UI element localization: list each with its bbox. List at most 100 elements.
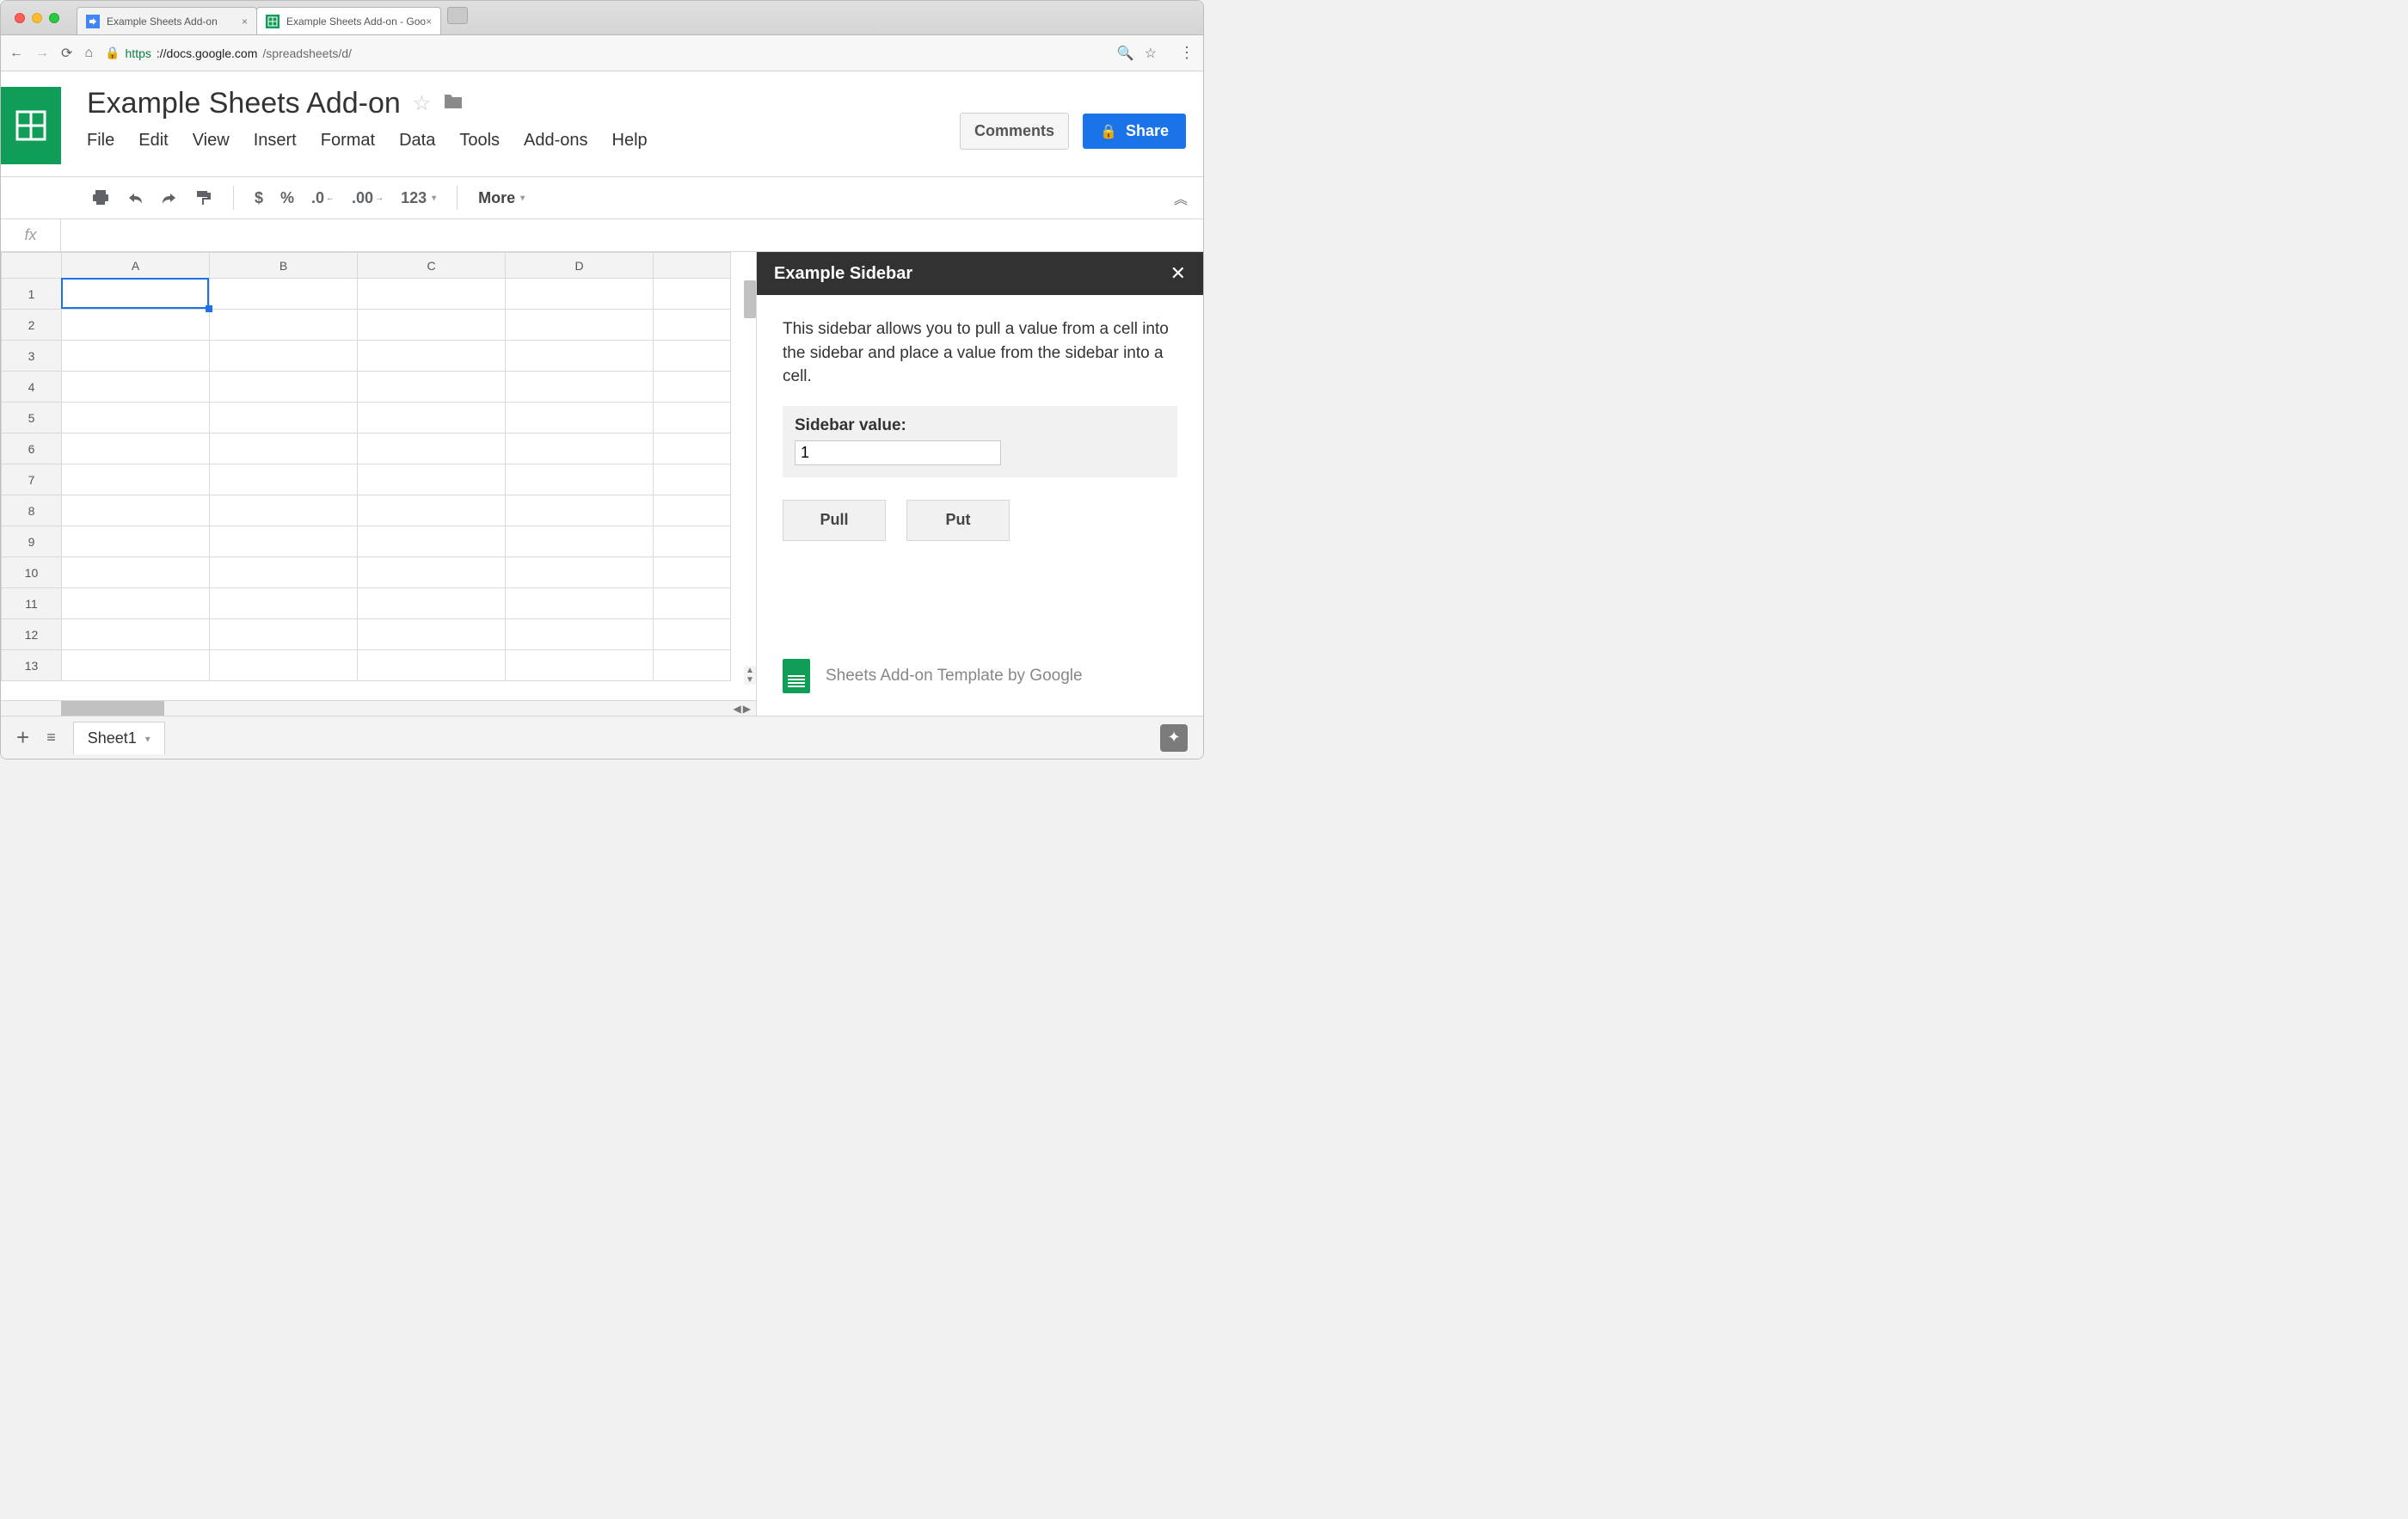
cell[interactable] [506,341,654,372]
row-header[interactable]: 12 [2,619,62,650]
row-header[interactable]: 4 [2,372,62,403]
select-all-corner[interactable] [2,253,62,279]
close-tab-icon[interactable]: × [242,15,248,28]
cell[interactable] [506,464,654,495]
cell[interactable] [358,557,506,588]
cell[interactable] [62,279,210,310]
col-header-a[interactable]: A [62,253,210,279]
cell[interactable] [654,310,731,341]
selection-handle[interactable] [206,305,212,312]
cell[interactable] [654,495,731,526]
cell[interactable] [506,279,654,310]
cell[interactable] [358,434,506,464]
bookmark-star-icon[interactable]: ☆ [1145,45,1157,62]
row-header[interactable]: 1 [2,279,62,310]
row-header[interactable]: 6 [2,434,62,464]
cell[interactable] [506,588,654,619]
paint-format-icon[interactable] [190,186,218,210]
currency-button[interactable]: $ [249,186,268,211]
minimize-window-icon[interactable] [32,13,42,23]
nav-reload-icon[interactable]: ⟳ [61,45,72,62]
star-icon[interactable]: ☆ [413,91,432,116]
cell[interactable] [358,619,506,650]
row-header[interactable]: 7 [2,464,62,495]
cell[interactable] [62,557,210,588]
share-button[interactable]: 🔒 Share [1083,114,1186,149]
cell[interactable] [358,495,506,526]
cell[interactable] [358,588,506,619]
row-header[interactable]: 10 [2,557,62,588]
cell[interactable] [62,403,210,434]
cell[interactable] [62,310,210,341]
cell[interactable] [506,650,654,681]
toolbar-more-button[interactable]: More▾ [473,186,530,211]
cell[interactable] [210,557,358,588]
row-header[interactable]: 8 [2,495,62,526]
cell[interactable] [62,372,210,403]
cell[interactable] [210,495,358,526]
doc-title[interactable]: Example Sheets Add-on [87,87,401,120]
cell[interactable] [210,464,358,495]
formula-input[interactable] [61,219,1203,251]
spreadsheet-grid[interactable]: A B C D 12345678910111213 [1,252,756,700]
close-tab-icon[interactable]: × [426,15,432,28]
menu-format[interactable]: Format [321,131,375,151]
col-header-e[interactable] [654,253,731,279]
cell[interactable] [210,526,358,557]
cell[interactable] [654,403,731,434]
cell[interactable] [358,650,506,681]
sidebar-value-input[interactable] [795,440,1001,465]
cell[interactable] [62,619,210,650]
cell[interactable] [358,279,506,310]
vscroll-arrows[interactable]: ▲▼ [744,666,756,685]
close-sidebar-icon[interactable]: ✕ [1170,262,1186,285]
menu-file[interactable]: File [87,131,114,151]
cell[interactable] [506,495,654,526]
nav-back-icon[interactable]: ← [9,46,23,61]
decrease-decimal-button[interactable]: .0← [306,186,340,211]
undo-icon[interactable] [121,188,149,208]
cell[interactable] [654,588,731,619]
browser-menu-icon[interactable]: ⋮ [1179,44,1195,62]
sheet-tab-1[interactable]: Sheet1 ▾ [73,722,165,754]
cell[interactable] [62,495,210,526]
cell[interactable] [62,650,210,681]
cell[interactable] [210,434,358,464]
row-header[interactable]: 3 [2,341,62,372]
all-sheets-icon[interactable]: ≡ [46,729,56,747]
cell[interactable] [506,372,654,403]
cell[interactable] [506,434,654,464]
cell[interactable] [210,588,358,619]
address-field[interactable]: 🔒 https://docs.google.com/spreadsheets/d… [105,46,352,60]
cell[interactable] [210,279,358,310]
cell[interactable] [358,464,506,495]
menu-tools[interactable]: Tools [459,131,500,151]
cell[interactable] [506,557,654,588]
chevron-down-icon[interactable]: ▾ [145,733,150,745]
browser-tab-1[interactable]: Example Sheets Add-on - Goo × [256,7,441,34]
cell[interactable] [654,341,731,372]
cell[interactable] [654,372,731,403]
cell[interactable] [358,372,506,403]
cell[interactable] [654,464,731,495]
cell[interactable] [210,619,358,650]
menu-help[interactable]: Help [612,131,648,151]
col-header-b[interactable]: B [210,253,358,279]
row-header[interactable]: 11 [2,588,62,619]
new-tab-button[interactable] [447,7,468,24]
cell[interactable] [62,434,210,464]
percent-button[interactable]: % [275,186,299,211]
add-sheet-icon[interactable]: + [16,724,29,751]
cell[interactable] [62,341,210,372]
cell[interactable] [506,619,654,650]
row-header[interactable]: 2 [2,310,62,341]
cell[interactable] [62,526,210,557]
menu-insert[interactable]: Insert [254,131,297,151]
number-format-button[interactable]: 123▾ [396,186,441,211]
cell[interactable] [210,341,358,372]
menu-view[interactable]: View [193,131,230,151]
cell[interactable] [654,279,731,310]
cell[interactable] [210,403,358,434]
folder-icon[interactable] [443,93,464,115]
maximize-window-icon[interactable] [49,13,59,23]
